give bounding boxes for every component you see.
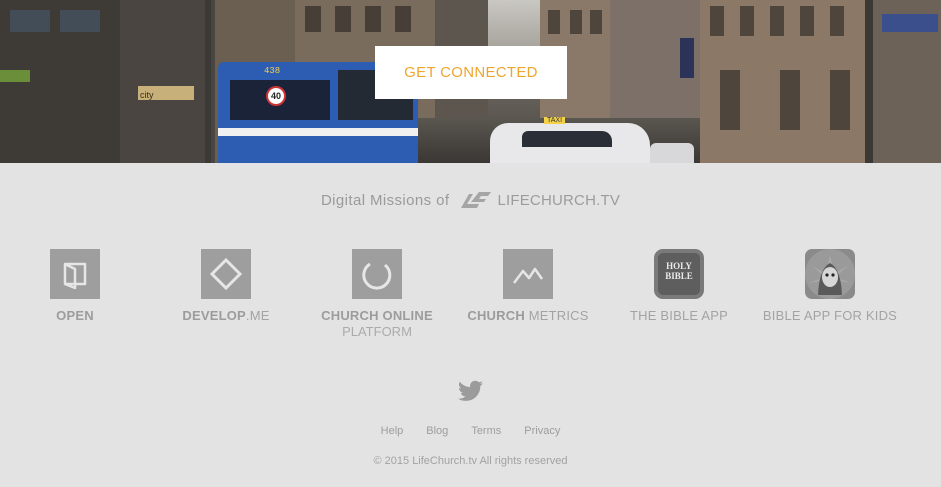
open-door-icon: [63, 262, 87, 290]
app-church-metrics-label-bold: CHURCH: [467, 308, 525, 323]
app-church-metrics-label-light: METRICS: [524, 308, 589, 323]
get-connected-button[interactable]: GET CONNECTED: [375, 46, 567, 99]
bus-route-number: 438: [264, 66, 281, 76]
hero-car: [650, 143, 694, 163]
app-church-online-sublabel: PLATFORM: [342, 324, 412, 339]
app-church-metrics[interactable]: CHURCH METRICS: [453, 249, 603, 324]
taxi-sign: TAXI: [544, 117, 566, 124]
app-develop-label-light: .ME: [245, 308, 270, 323]
lifechurch-logo-icon: [461, 192, 492, 208]
missions-lead-text: Digital Missions of: [320, 191, 450, 209]
line-graph-icon: [513, 267, 544, 284]
app-bible-label: THE BIBLE APP: [630, 308, 728, 323]
copyright-text: © 2015 LifeChurch.tv All rights reserved: [373, 455, 568, 467]
hero-pole-right: [865, 0, 873, 163]
hero-sky: [488, 0, 540, 48]
hero-pole-left: [205, 0, 211, 163]
bible-icon-text-holy: HOLY: [666, 261, 692, 271]
footer-link-help[interactable]: Help: [381, 425, 404, 437]
footer-link-privacy[interactable]: Privacy: [524, 425, 560, 437]
footer-links: Help Blog Terms Privacy: [0, 425, 941, 437]
hero-taxi: TAXI: [490, 117, 650, 163]
app-develop-me[interactable]: DEVELOP.ME: [151, 249, 301, 324]
footer-link-blog[interactable]: Blog: [426, 425, 448, 437]
holy-bible-icon: HOLY BIBLE: [654, 249, 704, 299]
mission-apps: OPEN DEVELOP.ME CHURCH ONLINE PLATFORM C…: [0, 249, 941, 349]
app-church-online[interactable]: CHURCH ONLINE PLATFORM: [302, 249, 452, 340]
diamond-icon: [209, 257, 243, 291]
lifechurch-logo[interactable]: LIFECHURCH.TV: [459, 190, 620, 210]
hero-building-left: [0, 0, 120, 163]
app-kids-label: BIBLE APP FOR KIDS: [762, 308, 898, 323]
hero-banner: 438 40 city TAXI GET CONNECTED: [0, 0, 941, 163]
twitter-icon[interactable]: [458, 380, 484, 402]
hero-building-right-2: [700, 0, 870, 163]
app-church-online-label: CHURCH ONLINE: [321, 308, 433, 323]
app-open-label: OPEN: [56, 308, 94, 323]
app-open[interactable]: OPEN: [0, 249, 150, 324]
hero-building-left-2: [120, 0, 215, 163]
app-bible-app-for-kids[interactable]: BIBLE APP FOR KIDS: [755, 249, 905, 324]
footer-link-terms[interactable]: Terms: [471, 425, 501, 437]
shop-sign: city: [140, 90, 154, 100]
bible-icon-text-bible: BIBLE: [665, 271, 693, 281]
app-the-bible-app[interactable]: HOLY BIBLE THE BIBLE APP: [604, 249, 754, 324]
app-develop-label-bold: DEVELOP: [182, 308, 246, 323]
circle-icon: [362, 262, 392, 290]
digital-missions-heading: Digital Missions of LIFECHURCH.TV: [0, 189, 941, 211]
lifechurch-wordmark: LIFECHURCH.TV: [497, 191, 621, 209]
speed-limit-sign: 40: [266, 86, 286, 106]
hero-building-far-right: [870, 0, 941, 163]
kids-character-icon: [805, 249, 855, 299]
